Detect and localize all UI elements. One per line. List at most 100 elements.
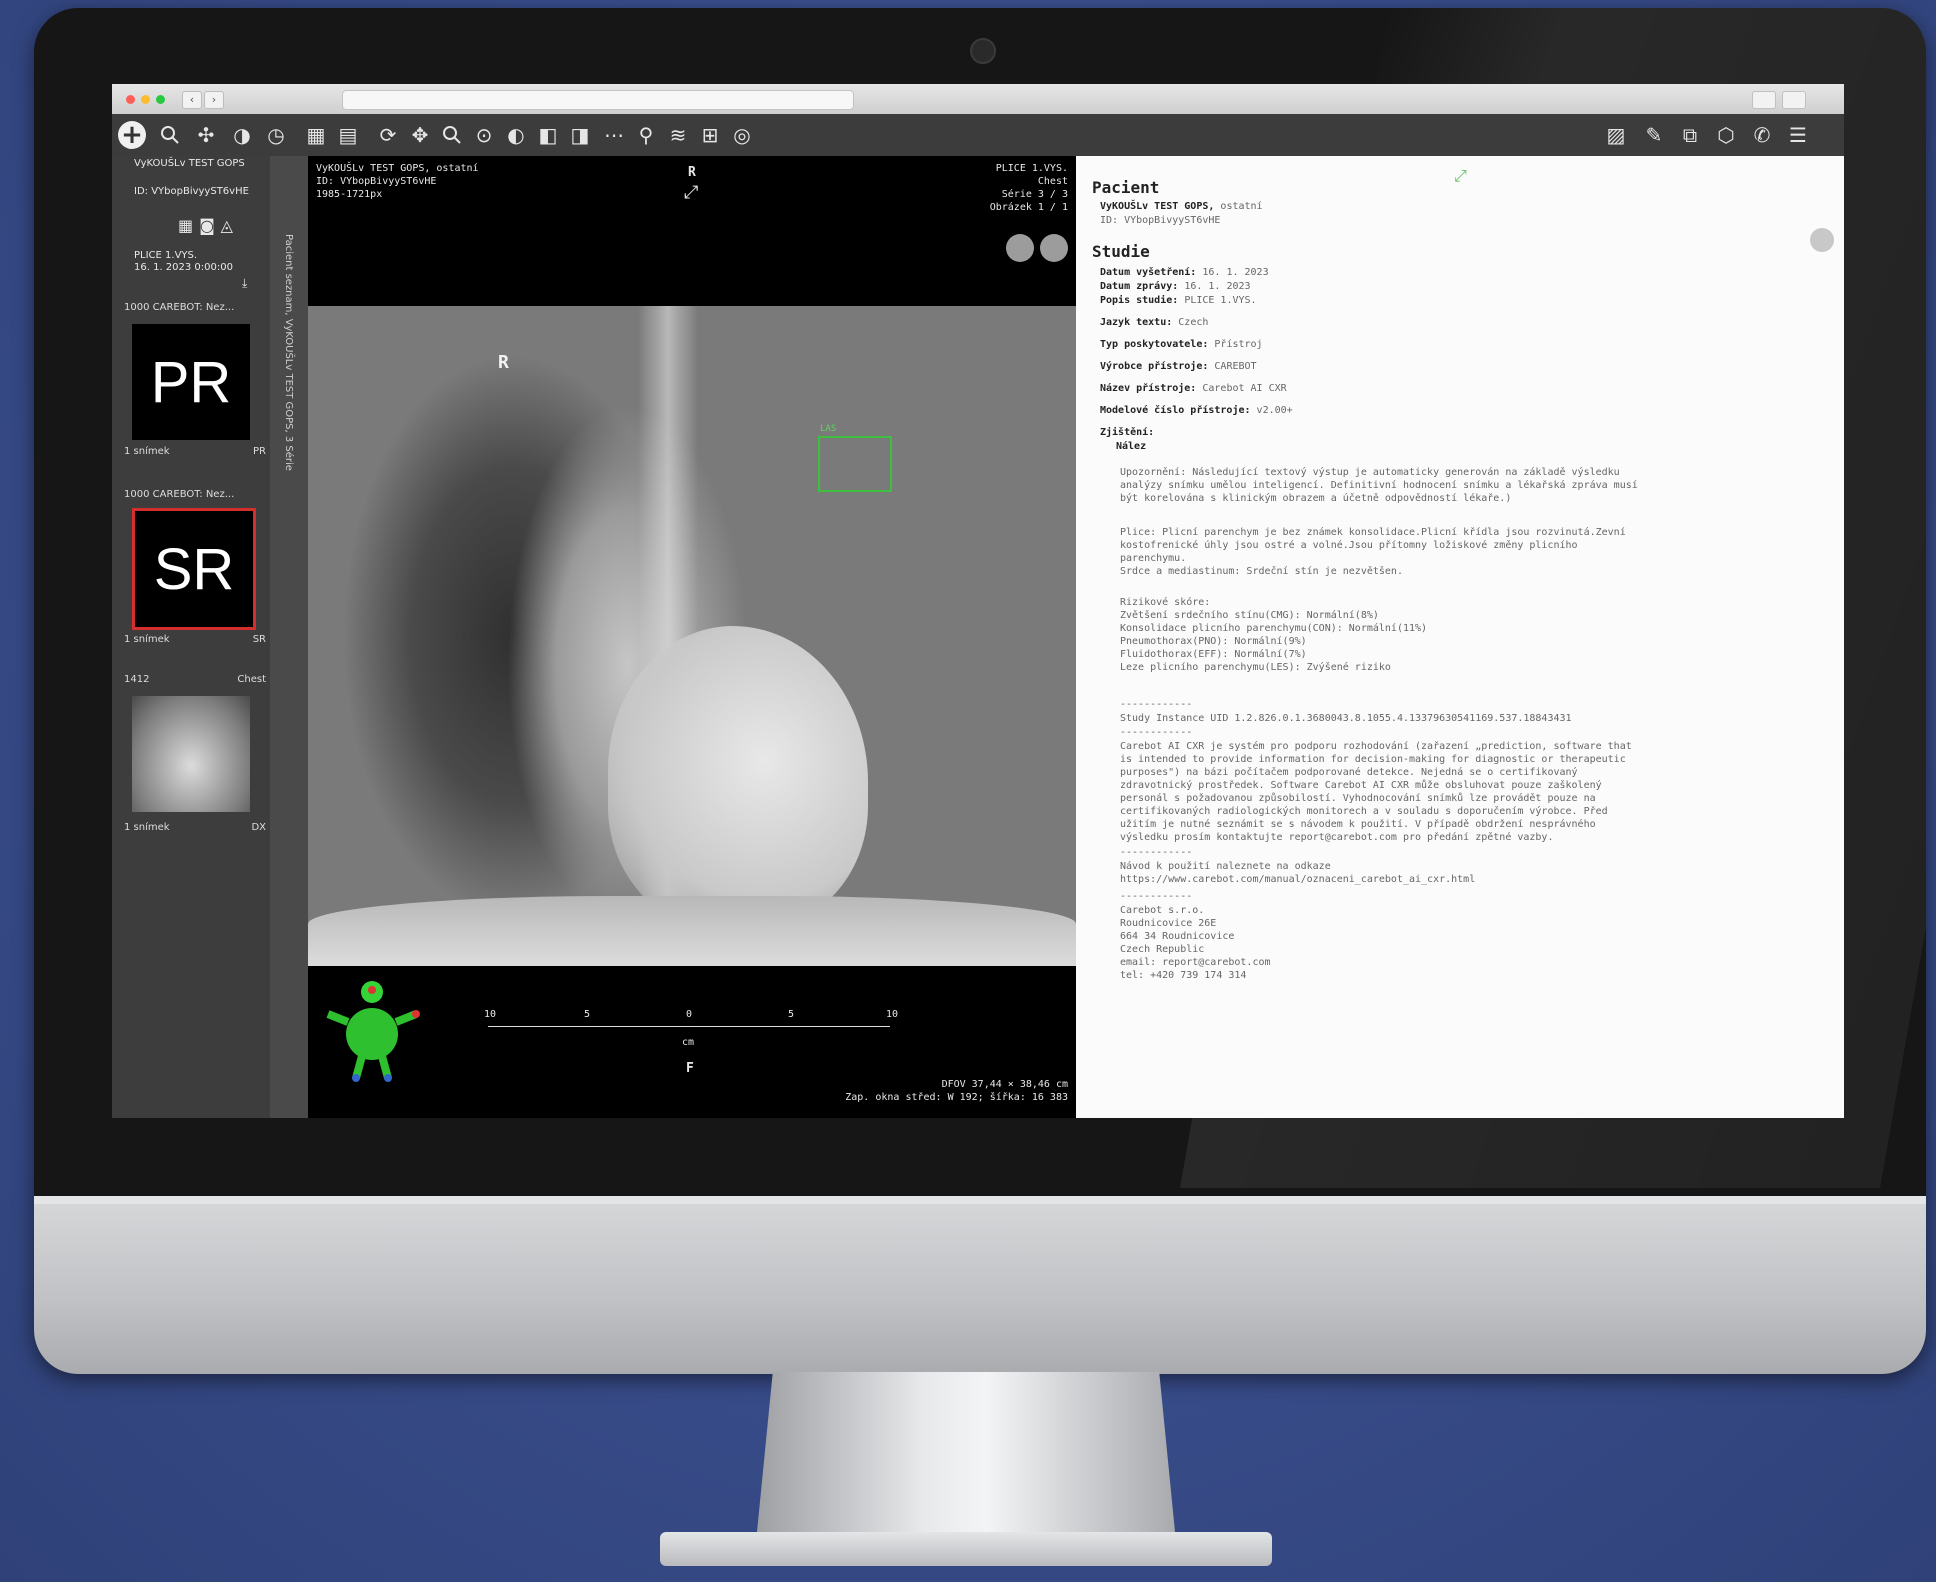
phone-icon[interactable]: ✆: [1748, 121, 1776, 149]
app-window: ‹ › + ✣ ◑ ◷ ▦ ▤ ⟳ ✥ ⊙ ◐ ◧ ◨ ⋯ ⚲ ≋ ⊞ ◎ ▨ …: [112, 84, 1844, 1118]
marker-pin-icon[interactable]: ⚲: [632, 121, 660, 149]
contrast-icon[interactable]: ◑: [228, 121, 256, 149]
ruler-unit: cm: [682, 1037, 695, 1048]
upozorneni-text: Upozornění: Následující textový výstup j…: [1120, 467, 1638, 504]
field-modelove-cislo: Modelové číslo přístroje: v2.00+: [1100, 405, 1293, 416]
layers-icon[interactable]: ≋: [664, 121, 692, 149]
finding-box[interactable]: [818, 436, 892, 492]
thumb-header: 1412 Chest: [124, 674, 266, 685]
field-datum-zpravy: Datum zprávy: 16. 1. 2023: [1100, 281, 1251, 292]
history-icon[interactable]: ◷: [262, 121, 290, 149]
ruler-tick: 10: [886, 1009, 899, 1020]
pan-icon[interactable]: ✣: [192, 121, 220, 149]
viewer-mail-button[interactable]: [1006, 234, 1034, 262]
orientation-marker-top: R: [688, 165, 696, 180]
pacient-heading: Pacient: [1092, 178, 1160, 197]
separator: ------------: [1120, 699, 1193, 710]
sidebar-view-icons[interactable]: ▦◙◬: [178, 216, 239, 235]
minimize-window-button[interactable]: [141, 95, 150, 104]
cube-icon[interactable]: ⬡: [1712, 121, 1740, 149]
forward-icon[interactable]: ›: [204, 91, 224, 109]
image-viewport[interactable]: LAS VyKOUŠLv TEST GOPS, ostatní ID: VYbo…: [308, 156, 1076, 1118]
move-icon[interactable]: ✥: [406, 121, 434, 149]
invert-icon[interactable]: ◐: [502, 121, 530, 149]
thumbnail-pr[interactable]: PR: [132, 324, 250, 440]
overlay-top-left: VyKOUŠLv TEST GOPS, ostatní ID: VYbopBiv…: [316, 163, 479, 200]
field-popis-studie: Popis studie: PLICE 1.VYS.: [1100, 295, 1257, 306]
field-jazyk: Jazyk textu: Czech: [1100, 317, 1209, 328]
measure-line-icon[interactable]: ⋯: [600, 121, 628, 149]
pacient-id: ID: VYbopBivyyST6vHE: [1100, 215, 1221, 226]
thumb-header: 1000 CAREBOT: Nez...: [124, 489, 235, 500]
orientation-marker-side: R: [498, 352, 509, 373]
viewer-check-button[interactable]: [1040, 234, 1068, 262]
pencil-icon[interactable]: ✎: [1640, 121, 1668, 149]
overlay-bottom-right: DFOV 37,44 × 38,46 cm Zap. okna střed: W…: [845, 1079, 1068, 1103]
series-date: 16. 1. 2023 0:00:00: [134, 262, 233, 273]
monitor-foot: [660, 1532, 1272, 1566]
patient-name: VyKOUŠLv TEST GOPS: [134, 158, 245, 169]
structured-report-panel[interactable]: ⤢ Pacient VyKOUŠLv TEST GOPS, ostatní ID…: [1076, 156, 1844, 1118]
menu-icon[interactable]: ☰: [1784, 121, 1812, 149]
expand-icon[interactable]: ⤢: [1454, 166, 1467, 186]
separator: ------------: [1120, 847, 1193, 858]
magnify-icon[interactable]: [438, 121, 466, 149]
field-nazev: Název přístroje: Carebot AI CXR: [1100, 383, 1287, 394]
roi-icon[interactable]: ⊙: [470, 121, 498, 149]
viewer-toolbar: + ✣ ◑ ◷ ▦ ▤ ⟳ ✥ ⊙ ◐ ◧ ◨ ⋯ ⚲ ≋ ⊞ ◎ ▨ ✎ ⧉ …: [112, 114, 1844, 157]
flip-icon[interactable]: ◧: [534, 121, 562, 149]
back-icon[interactable]: ‹: [182, 91, 202, 109]
orientation-marker-bottom: F: [686, 1061, 694, 1076]
study-uid: Study Instance UID 1.2.826.0.1.3680043.8…: [1120, 713, 1572, 724]
separator: ------------: [1120, 727, 1193, 738]
series-layout-icon[interactable]: ▤: [334, 121, 362, 149]
address-bar[interactable]: [342, 90, 854, 110]
thumb-footer: 1 snímek SR: [124, 634, 266, 645]
ruler-tick: 5: [584, 1009, 591, 1020]
series-label: PLICE 1.VYS.: [134, 250, 198, 261]
monitor-chin: [34, 1196, 1926, 1374]
disclaimer-text: Carebot AI CXR je systém pro podporu roz…: [1120, 741, 1632, 843]
add-icon[interactable]: +: [118, 120, 146, 150]
copy-icon[interactable]: ⧉: [1676, 121, 1704, 149]
image-icon[interactable]: ▨: [1602, 121, 1630, 149]
company-info: Carebot s.r.o. Roudnicovice 26E 664 34 R…: [1120, 905, 1271, 981]
nalez-label: Nález: [1116, 441, 1147, 452]
zjisteni-label: Zjištění:: [1100, 427, 1155, 438]
rizikove-skore-text: Rizikové skóre: Zvětšení srdečního stínu…: [1120, 597, 1428, 673]
plice-text: Plice: Plicní parenchym je bez známek ko…: [1120, 527, 1626, 577]
camera: [970, 38, 996, 64]
3d-icon[interactable]: ◎: [728, 121, 756, 149]
field-vyrobce: Výrobce přístroje: CAREBOT: [1100, 361, 1257, 372]
field-typ-poskytovatele: Typ poskytovatele: Přístroj: [1100, 339, 1263, 350]
thumbnail-sr-selected[interactable]: SR: [132, 508, 256, 630]
ruler-tick: 5: [788, 1009, 795, 1020]
vertical-patient-label: Pacient seznam, VyKOUŠLv TEST GOPS, 3 Sé…: [283, 234, 294, 471]
thumb-footer: 1 snímek DX: [124, 822, 266, 833]
ruler-tick: 0: [686, 1009, 693, 1020]
study-sidebar: VyKOUŠLv TEST GOPS ID: VYbopBivyyST6vHE …: [112, 156, 270, 1118]
rotate-icon[interactable]: ⟳: [374, 121, 402, 149]
download-icon[interactable]: ⤓: [242, 276, 247, 291]
monitor-stand: [756, 1372, 1176, 1542]
thumb-header: 1000 CAREBOT: Nez...: [124, 302, 235, 313]
field-datum-vysetreni: Datum vyšetření: 16. 1. 2023: [1100, 267, 1269, 278]
overlay-top-right: PLICE 1.VYS. Chest Série 3 / 3 Obrázek 1…: [989, 163, 1068, 213]
manual-link-text[interactable]: Návod k použití naleznete na odkaze http…: [1120, 860, 1475, 886]
close-window-button[interactable]: [126, 95, 135, 104]
scroll-top-button[interactable]: [1810, 228, 1834, 252]
thumbnail-chest-xray[interactable]: [132, 696, 250, 812]
share-icon[interactable]: [1752, 91, 1776, 109]
frame-icon[interactable]: ⊞: [696, 121, 724, 149]
separator: ------------: [1120, 891, 1193, 902]
layout-grid-icon[interactable]: ▦: [302, 121, 330, 149]
pacient-name: VyKOUŠLv TEST GOPS, ostatní: [1100, 201, 1263, 212]
mpr-icon[interactable]: ◨: [566, 121, 594, 149]
fullscreen-icon[interactable]: ⤢: [684, 184, 698, 202]
studie-heading: Studie: [1092, 242, 1150, 261]
maximize-window-button[interactable]: [156, 95, 165, 104]
new-tab-icon[interactable]: [1782, 91, 1806, 109]
thumb-footer: 1 snímek PR: [124, 446, 266, 457]
zoom-icon[interactable]: [156, 121, 184, 149]
orientation-figure-icon: [326, 981, 420, 1082]
